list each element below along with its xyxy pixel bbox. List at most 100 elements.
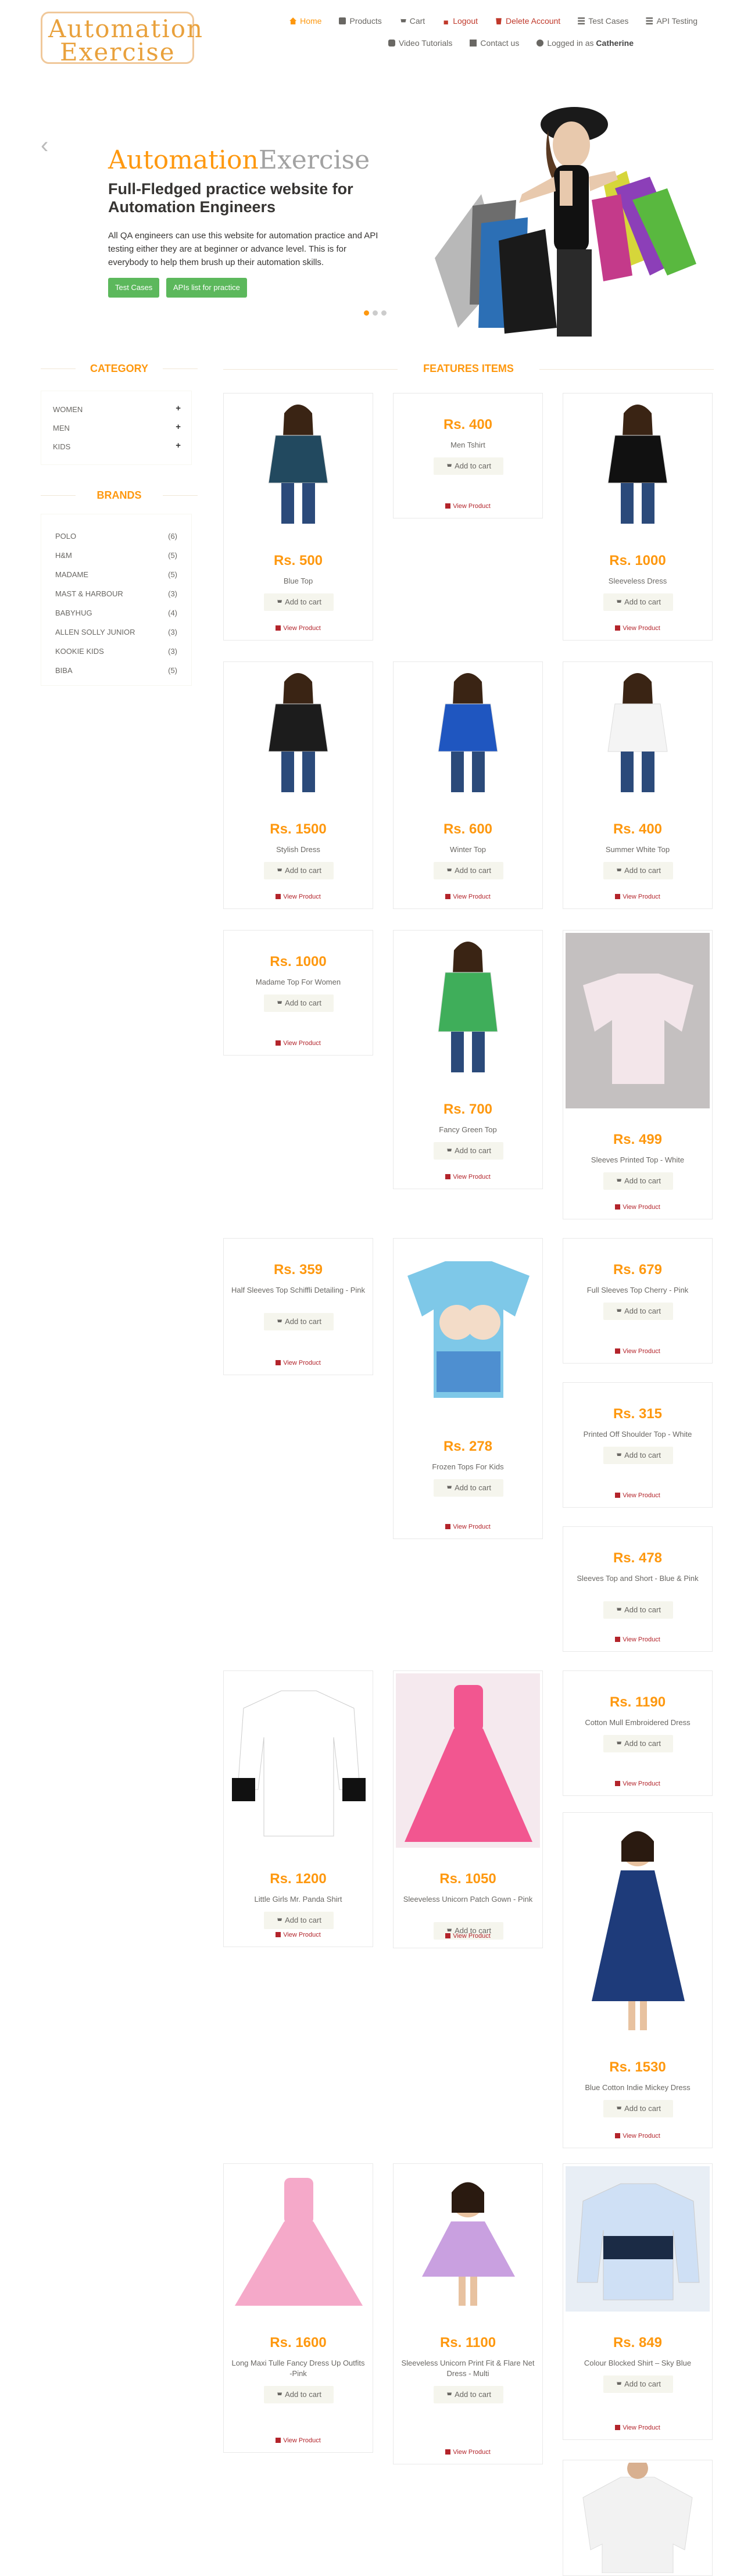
plus-square-icon [445,894,451,899]
brand-allen-solly-junior[interactable]: ALLEN SOLLY JUNIOR (3) [55,628,177,636]
product-price: Rs. 400 [443,417,493,432]
add-to-cart-button[interactable]: Add to cart [434,862,503,879]
test-cases-button[interactable]: Test Cases [108,278,160,298]
brand-hm[interactable]: H&M (5) [55,551,177,560]
view-product-link[interactable]: View Product [394,503,542,510]
product-card: Rs. 1000 Sleeveless Dress Add to cart View … [563,393,713,641]
view-product-link[interactable]: View Product [394,2449,542,2456]
view-product-link[interactable]: View Product [563,1348,712,1355]
view-product-link[interactable]: View Product [224,1359,373,1366]
view-product-link[interactable]: View Product [224,893,373,900]
view-product-link[interactable]: View Product [394,1933,542,1940]
cart-icon [446,1148,452,1151]
cart-icon [616,1607,622,1611]
view-product-link[interactable]: View Product [563,1636,712,1643]
brand-babyhug[interactable]: BABYHUG (4) [55,609,177,617]
add-to-cart-button[interactable]: Add to cart [434,1479,503,1497]
view-product-link[interactable]: View Product [563,893,712,900]
add-to-cart-button[interactable]: Add to cart [264,862,334,879]
category-men[interactable]: MEN + [53,422,181,432]
add-to-cart-button[interactable]: Add to cart [603,2375,673,2393]
add-to-cart-button[interactable]: Add to cart [264,1313,334,1330]
cart-icon [446,2392,452,2395]
hero-description: All QA engineers can use this website fo… [108,231,378,267]
add-to-cart-button[interactable]: Add to cart [603,1303,673,1320]
product-card: Rs. 315 Printed Off Shoulder Top - White A… [563,1382,713,1508]
add-to-cart-button[interactable]: Add to cart [434,2386,503,2403]
add-to-cart-button[interactable]: Add to cart [264,1912,334,1929]
category-kids[interactable]: KIDS + [53,441,181,451]
view-product-link[interactable]: View Product [563,625,712,632]
add-to-cart-button[interactable]: Add to cart [603,1172,673,1190]
brand-polo[interactable]: POLO (6) [55,532,177,541]
nav-cart[interactable]: Cart [399,16,425,26]
add-to-cart-button[interactable]: Add to cart [603,1735,673,1752]
nav-products[interactable]: Products [339,16,382,26]
add-to-cart-button[interactable]: Add to cart [603,862,673,879]
plus-square-icon [445,503,451,509]
product-name: Summer White Top [605,845,670,854]
view-product-link[interactable]: View Product [224,625,373,632]
cart-icon [616,868,622,871]
view-product-link[interactable]: View Product [563,2424,712,2431]
nav-logout[interactable]: Logout [442,16,478,26]
nav-video-tutorials[interactable]: Video Tutorials [388,38,452,48]
category-panel: WOMEN + MEN + KIDS + [41,391,192,465]
view-product-link[interactable]: View Product [563,2133,712,2139]
brand-mast-harbour[interactable]: MAST & HARBOUR (3) [55,589,177,598]
product-price: Rs. 499 [613,1132,663,1147]
add-to-cart-button[interactable]: Add to cart [434,1142,503,1160]
cart-icon [276,2392,282,2395]
nav-delete-account[interactable]: Delete Account [495,16,560,26]
slider-dot-3[interactable] [381,310,387,316]
product-name: Winter Top [450,845,486,854]
add-to-cart-button[interactable]: Add to cart [603,1447,673,1464]
view-product-link[interactable]: View Product [563,1492,712,1499]
view-product-link[interactable]: View Product [563,1204,712,1211]
category-women[interactable]: WOMEN + [53,403,181,414]
plus-square-icon [445,1524,451,1529]
product-card: Rs. 278 Frozen Tops For Kids Add to cart Vi… [393,1238,543,1539]
add-to-cart-button[interactable]: Add to cart [603,593,673,611]
brand-kookie-kids[interactable]: KOOKIE KIDS (3) [55,647,177,656]
home-icon [289,17,297,24]
product-card: Rs. 1050 Sleeveless Unicorn Patch Gown - … [393,1670,543,1948]
add-to-cart-button[interactable]: Add to cart [264,994,334,1012]
view-product-link[interactable]: View Product [394,1523,542,1530]
slider-prev-arrow[interactable]: ‹ [41,134,53,157]
product-name: Frozen Tops For Kids [432,1462,504,1471]
add-to-cart-button[interactable]: Add to cart [603,1601,673,1619]
product-image [396,2166,540,2312]
apis-list-button[interactable]: APIs list for practice [166,278,247,298]
lock-icon [443,20,448,24]
cart-icon [616,599,622,603]
add-to-cart-button[interactable]: Add to cart [603,2100,673,2117]
product-image [566,396,710,529]
nav-contact-us[interactable]: Contact us [470,38,519,48]
view-product-link[interactable]: View Product [224,1931,373,1938]
brand-biba[interactable]: BIBA (5) [55,666,177,675]
product-price: Rs. 700 [443,1101,493,1117]
nav-test-cases[interactable]: Test Cases [578,16,628,26]
add-to-cart-button[interactable]: Add to cart [264,2386,334,2403]
view-product-link[interactable]: View Product [224,1040,373,1047]
product-image [566,933,710,1108]
nav-home[interactable]: Home [289,16,321,26]
nav-api-testing[interactable]: API Testing [646,16,698,26]
brand-madame[interactable]: MADAME (5) [55,570,177,579]
view-product-link[interactable]: View Product [563,1780,712,1787]
plus-square-icon [445,1174,451,1179]
slider-dot-2[interactable] [373,310,378,316]
view-product-link[interactable]: View Product [224,2437,373,2444]
site-logo[interactable]: Automation Exercise [41,12,202,66]
product-image [396,933,540,1078]
slider-dot-1[interactable] [364,310,369,316]
brands-title: BRANDS [41,489,198,502]
view-product-link[interactable]: View Product [394,893,542,900]
add-to-cart-button[interactable]: Add to cart [434,457,503,475]
cart-icon [399,18,406,23]
plus-square-icon [276,625,281,631]
view-product-link[interactable]: View Product [394,1173,542,1180]
add-to-cart-button[interactable]: Add to cart [264,593,334,611]
product-image [566,664,710,798]
